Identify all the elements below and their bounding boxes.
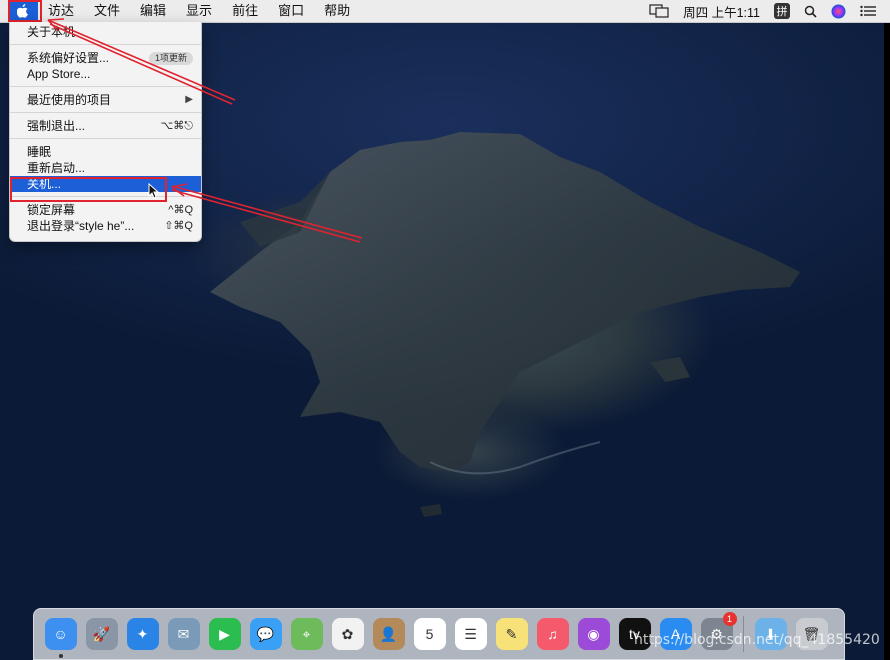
menu-item-recent-items[interactable]: 最近使用的项目 ▶ <box>10 92 201 108</box>
menu-item-label: 关于本机 <box>27 25 76 39</box>
menu-separator <box>10 112 201 113</box>
shortcut-label: ⇧⌘Q <box>164 220 193 232</box>
apple-highlight-box <box>8 0 42 22</box>
menu-item-label: App Store... <box>27 67 91 81</box>
display-mirror-icon[interactable] <box>649 4 669 18</box>
menu-item-label: 睡眠 <box>27 145 52 159</box>
update-badge: 1项更新 <box>148 51 193 65</box>
mail-icon[interactable]: ✉ <box>167 618 200 650</box>
menu-item-label: 强制退出... <box>27 119 86 133</box>
menu-item-sleep[interactable]: 睡眠 <box>10 144 201 160</box>
shortcut-label: ^⌘Q <box>168 204 193 216</box>
menu-item-logout[interactable]: 退出登录“style he”... ⇧⌘Q <box>10 218 201 234</box>
menu-finder[interactable]: 访达 <box>38 0 84 22</box>
notes-icon[interactable]: ✎ <box>495 618 528 650</box>
menu-separator <box>10 138 201 139</box>
shutdown-highlight-box <box>10 177 167 202</box>
safari-icon[interactable]: ✦ <box>126 618 159 650</box>
calendar-icon[interactable]: 5 <box>413 618 446 650</box>
submenu-arrow-icon: ▶ <box>185 94 193 105</box>
control-list-icon[interactable] <box>860 5 876 17</box>
input-method-icon[interactable]: 拼 <box>774 3 790 19</box>
menu-item-label: 锁定屏幕 <box>27 203 76 217</box>
menu-item-about[interactable]: 关于本机 <box>10 24 201 40</box>
finder-icon[interactable]: ☺ <box>44 618 77 658</box>
menu-item-app-store[interactable]: App Store... <box>10 66 201 82</box>
watermark-text: https://blog.csdn.net/qq_41855420 <box>634 632 880 648</box>
menu-separator <box>10 86 201 87</box>
podcasts-icon[interactable]: ◉ <box>577 618 610 650</box>
search-icon[interactable] <box>804 5 817 18</box>
menubar-clock[interactable]: 周四 上午1:11 <box>683 2 760 21</box>
menu-item-force-quit[interactable]: 强制退出... ⌥⌘⎋ <box>10 118 201 134</box>
menu-item-restart[interactable]: 重新启动... <box>10 160 201 176</box>
menu-item-lock-screen[interactable]: 锁定屏幕 ^⌘Q <box>10 202 201 218</box>
music-icon[interactable]: ♫ <box>536 618 569 650</box>
menu-go[interactable]: 前往 <box>222 0 268 22</box>
shortcut-label: ⌥⌘⎋ <box>160 120 193 132</box>
menu-view[interactable]: 显示 <box>176 0 222 22</box>
running-indicator <box>58 654 63 658</box>
photos-icon[interactable]: ✿ <box>331 618 364 650</box>
menu-file[interactable]: 文件 <box>84 0 130 22</box>
launchpad-icon[interactable]: 🚀 <box>85 618 118 650</box>
reminders-icon[interactable]: ☰ <box>454 618 487 650</box>
notification-badge: 1 <box>722 612 737 626</box>
menu-bar: 访达 文件 编辑 显示 前往 窗口 帮助 周四 上午1:11 拼 <box>0 0 890 23</box>
menu-edit[interactable]: 编辑 <box>130 0 176 22</box>
menu-item-system-preferences[interactable]: 系统偏好设置... 1项更新 <box>10 50 201 66</box>
messages-icon[interactable]: 💬 <box>249 618 282 650</box>
facetime-icon[interactable]: ▶ <box>208 618 241 650</box>
menu-separator <box>10 44 201 45</box>
apple-menu-dropdown: 关于本机 系统偏好设置... 1项更新 App Store... 最近使用的项目… <box>9 22 202 242</box>
contacts-icon[interactable]: 👤 <box>372 618 405 650</box>
screen-edge <box>884 22 890 660</box>
menu-item-label: 退出登录“style he”... <box>27 219 135 233</box>
menu-help[interactable]: 帮助 <box>314 0 360 22</box>
mouse-cursor-icon <box>148 183 160 199</box>
siri-icon[interactable] <box>831 4 846 19</box>
maps-icon[interactable]: ⌖ <box>290 618 323 650</box>
menu-window[interactable]: 窗口 <box>268 0 314 22</box>
menu-item-label: 最近使用的项目 <box>27 93 112 107</box>
menu-item-label: 系统偏好设置... <box>27 51 110 65</box>
menu-item-label: 重新启动... <box>27 161 86 175</box>
